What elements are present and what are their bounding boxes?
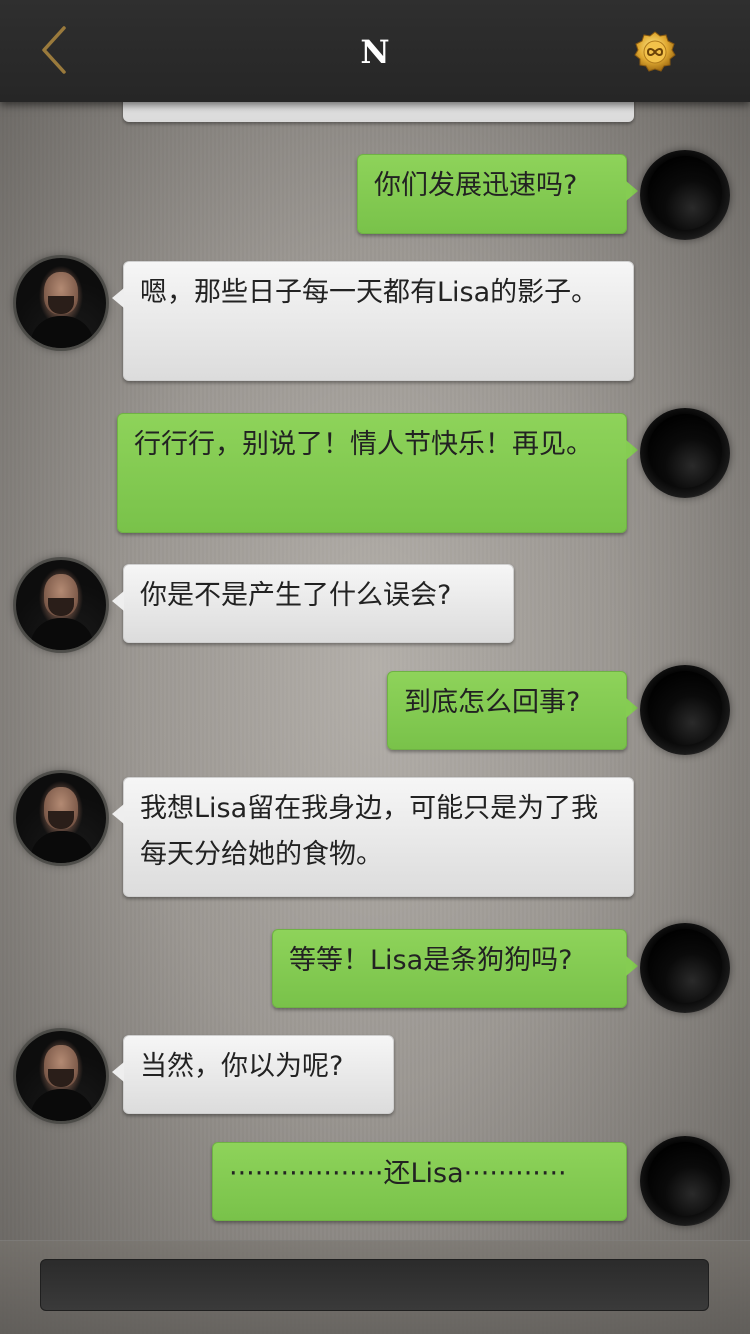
my-avatar[interactable] xyxy=(640,408,730,498)
message-text: 当然，你以为呢? xyxy=(140,1051,344,1082)
contact-message-bubble[interactable]: 当然，你以为呢? xyxy=(112,1035,394,1114)
contact-message-bubble[interactable]: 我想Lisa留在我身边，可能只是为了我每天分给她的食物。 xyxy=(112,777,634,897)
message-text: 等等！Lisa是条狗狗吗? xyxy=(289,945,573,976)
my-message-bubble[interactable]: ··················还Lisa············ xyxy=(212,1142,627,1221)
chat-screen: 你们发展迅速吗? 嗯，那些日子每一天都有Lisa的影子。 行行行，别说了！情人节… xyxy=(0,0,750,1334)
my-avatar[interactable] xyxy=(640,923,730,1013)
message-text: 到底怎么回事? xyxy=(404,687,581,718)
my-avatar-image xyxy=(648,414,722,488)
contact-message-bubble[interactable]: 嗯，那些日子每一天都有Lisa的影子。 xyxy=(112,261,634,381)
message-text: 你们发展迅速吗? xyxy=(374,170,578,201)
message-text: 行行行，别说了！情人节快乐！再见。 xyxy=(134,429,593,460)
my-message-bubble[interactable]: 行行行，别说了！情人节快乐！再见。 xyxy=(117,413,638,533)
my-avatar-image xyxy=(648,1142,722,1216)
coin-button[interactable] xyxy=(634,31,676,73)
my-message-bubble[interactable]: 你们发展迅速吗? xyxy=(357,154,638,234)
contact-avatar[interactable] xyxy=(16,773,106,863)
top-navigation-bar: N xyxy=(0,0,750,102)
my-avatar-image xyxy=(648,671,722,745)
avatar-shirt xyxy=(30,618,94,650)
contact-message-bubble[interactable]: 你是不是产生了什么误会? xyxy=(112,564,514,643)
contact-avatar[interactable] xyxy=(16,560,106,650)
infinity-coin-icon xyxy=(634,31,676,72)
my-avatar[interactable] xyxy=(640,150,730,240)
my-avatar-image xyxy=(648,929,722,1003)
avatar-shirt xyxy=(30,1089,94,1121)
my-avatar[interactable] xyxy=(640,1136,730,1226)
input-bar xyxy=(0,1240,750,1334)
avatar-shirt xyxy=(30,316,94,348)
message-text: 你是不是产生了什么误会? xyxy=(140,580,452,611)
message-text: 我想Lisa留在我身边，可能只是为了我每天分给她的食物。 xyxy=(140,793,599,870)
message-text: ··················还Lisa············ xyxy=(229,1158,567,1189)
contact-avatar[interactable] xyxy=(16,258,106,348)
avatar-shirt xyxy=(30,831,94,863)
contact-avatar[interactable] xyxy=(16,1031,106,1121)
message-list[interactable]: 你们发展迅速吗? 嗯，那些日子每一天都有Lisa的影子。 行行行，别说了！情人节… xyxy=(0,0,750,1240)
message-text: 嗯，那些日子每一天都有Lisa的影子。 xyxy=(140,277,599,308)
my-avatar[interactable] xyxy=(640,665,730,755)
my-message-bubble[interactable]: 等等！Lisa是条狗狗吗? xyxy=(272,929,638,1008)
message-input[interactable] xyxy=(40,1259,709,1311)
my-message-bubble[interactable]: 到底怎么回事? xyxy=(387,671,638,750)
my-avatar-image xyxy=(648,156,722,230)
